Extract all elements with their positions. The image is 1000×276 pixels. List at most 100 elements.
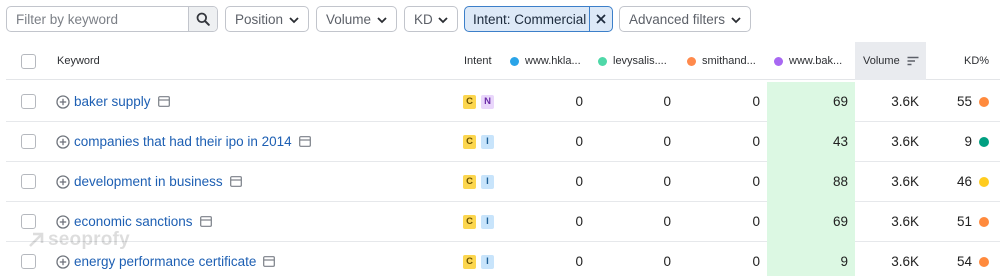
competitor-column-header[interactable]: www.hkla... [510,42,581,80]
keyword-search [6,6,218,32]
position-cell: 69 [832,94,848,109]
intent-badge[interactable]: I [481,214,494,229]
kd-indicator-cell [979,82,989,121]
intent-badge[interactable]: I [481,254,494,269]
volume-dropdown[interactable]: Volume [316,6,397,32]
row-checkbox[interactable] [21,254,36,269]
kd-value: 9 [964,134,972,149]
kd-dropdown[interactable]: KD [404,6,458,32]
intent-badge[interactable]: I [481,174,494,189]
keyword-link[interactable]: energy performance certificate [74,254,256,269]
intent-cell: CI [463,122,499,161]
kd-indicator-cell [979,122,989,161]
serp-snapshot-icon[interactable] [298,136,311,147]
kd-indicator-cell [979,202,989,241]
keyword-column-header[interactable]: Keyword [57,42,100,80]
position-cell: 0 [663,254,671,269]
volume-dropdown-label: Volume [326,11,372,27]
volume-column-header[interactable]: Volume [855,42,926,80]
intent-badge[interactable]: C [463,94,476,109]
keyword-table: Keyword Intent www.hkla... levysalis....… [6,42,1000,276]
competitor-column-header[interactable]: smithand... [687,42,756,80]
volume-cell: 3.6K [891,214,919,229]
chevron-down-icon [289,17,299,24]
keyword-cell: development in business [56,162,242,201]
keyword-link[interactable]: economic sanctions [74,214,193,229]
add-keyword-icon[interactable] [56,214,70,229]
table-row: baker supply C N 0 0 0 69 3.6K 55 [6,82,1000,122]
intent-badge[interactable]: I [481,134,494,149]
search-button[interactable] [188,7,217,31]
intent-cell: CI [463,162,499,201]
volume-cell: 3.6K [891,94,919,109]
intent-badge[interactable]: C [463,214,476,229]
row-checkbox[interactable] [21,134,36,149]
row-checkbox[interactable] [21,214,36,229]
kd-indicator-cell [979,162,989,201]
kd-value: 54 [956,254,972,269]
search-icon [196,12,210,26]
close-icon [596,14,606,24]
position-cell: 0 [575,254,583,269]
table-header: Keyword Intent www.hkla... levysalis....… [6,42,1000,80]
competitor-color-dot [598,56,607,66]
add-keyword-icon[interactable] [56,134,70,149]
position-cell: 0 [752,174,760,189]
serp-snapshot-icon[interactable] [229,176,242,187]
kd-indicator-dot [979,256,989,267]
serp-snapshot-icon[interactable] [157,96,170,107]
position-cell: 0 [752,254,760,269]
serp-snapshot-icon[interactable] [199,216,212,227]
add-keyword-icon[interactable] [56,174,70,189]
competitor-column-header[interactable]: www.bak... [774,42,842,80]
intent-badge[interactable]: C [463,174,476,189]
keyword-cell: companies that had their ipo in 2014 [56,122,311,161]
kd-indicator-dot [979,136,989,147]
competitor-domain: smithand... [702,55,756,67]
add-keyword-icon[interactable] [56,254,70,269]
position-cell: 9 [840,254,848,269]
row-select-cell [21,162,36,201]
remove-filter-button[interactable] [589,7,612,31]
kd-indicator-dot [979,176,989,187]
intent-filter-chip[interactable]: Intent: Commercial [464,6,613,32]
competitor-column-header[interactable]: levysalis.... [598,42,667,80]
select-all-checkbox[interactable] [21,53,36,69]
intent-badge[interactable]: C [463,134,476,149]
keyword-link[interactable]: companies that had their ipo in 2014 [74,134,292,149]
position-dropdown[interactable]: Position [225,6,309,32]
position-cell: 0 [752,94,760,109]
position-cell: 0 [575,94,583,109]
add-keyword-icon[interactable] [56,94,70,109]
position-cell: 0 [663,134,671,149]
position-cell: 0 [663,214,671,229]
keyword-search-input[interactable] [7,7,190,31]
kd-column-header[interactable]: KD% [964,42,989,80]
intent-badge[interactable]: N [481,94,494,109]
volume-header-label: Volume [863,55,900,67]
intent-badge[interactable]: C [463,254,476,269]
intent-cell: CN [463,82,499,121]
keyword-link[interactable]: baker supply [74,94,151,109]
filter-bar: Position Volume KD Intent: Commercial Ad… [0,0,1000,42]
advanced-filters-dropdown[interactable]: Advanced filters [619,6,751,32]
volume-cell: 3.6K [891,174,919,189]
position-cell: 88 [832,174,848,189]
kd-indicator-dot [979,216,989,227]
position-cell: 0 [575,214,583,229]
table-row: economic sanctions C I 0 0 0 69 3.6K 51 [6,202,1000,242]
competitor-domain: www.hkla... [525,55,581,67]
position-cell: 0 [575,134,583,149]
serp-snapshot-icon[interactable] [263,256,276,267]
row-checkbox[interactable] [21,94,36,109]
keyword-cell: baker supply [56,82,170,121]
volume-cell: 3.6K [891,134,919,149]
kd-value: 46 [956,174,972,189]
competitor-color-dot [774,56,783,66]
chevron-down-icon [438,17,448,24]
position-cell: 0 [575,174,583,189]
keyword-link[interactable]: development in business [74,174,223,189]
row-checkbox[interactable] [21,174,36,189]
table-row: energy performance certificate C I 0 0 0 9 3.6K… [6,242,1000,276]
position-cell: 0 [663,174,671,189]
